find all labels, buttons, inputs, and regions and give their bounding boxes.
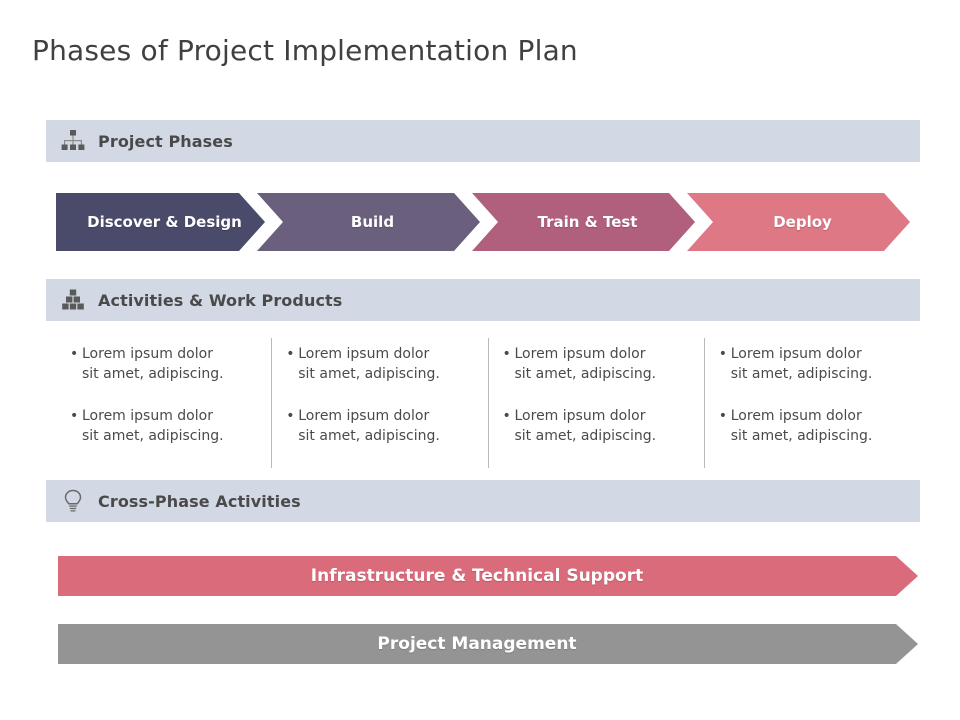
page-title: Phases of Project Implementation Plan [32,34,578,67]
bullet-icon: • [70,408,79,424]
bullet-icon: • [286,408,295,424]
lightbulb-icon [60,488,86,514]
list-item-text: Lorem ipsum dolor sit amet, adipiscing. [514,408,657,444]
phase-chevron-deploy[interactable]: Deploy [687,193,910,251]
list-item: • Lorem ipsum dolor sit amet, adipiscing… [70,406,257,446]
phase-chevron-discover-design[interactable]: Discover & Design [56,193,265,251]
list-item-text: Lorem ipsum dolor sit amet, adipiscing. [82,408,224,444]
list-item-text: Lorem ipsum dolor sit amet, adipiscing. [514,346,657,382]
stacked-blocks-icon [60,287,86,313]
section-header-project-phases: Project Phases [46,120,920,162]
activities-column-4: • Lorem ipsum dolor sit amet, adipiscing… [703,338,920,468]
list-item-text: Lorem ipsum dolor sit amet, adipiscing. [82,346,224,382]
org-chart-icon [60,128,86,154]
activities-column-1: • Lorem ipsum dolor sit amet, adipiscing… [56,338,271,468]
activities-column-3: • Lorem ipsum dolor sit amet, adipiscing… [487,338,704,468]
bullet-icon: • [502,346,511,362]
bullet-icon: • [70,346,79,362]
activities-column-2: • Lorem ipsum dolor sit amet, adipiscing… [271,338,487,468]
section-header-activities-work-products: Activities & Work Products [46,279,920,321]
phase-chevron-train-test[interactable]: Train & Test [472,193,695,251]
list-item: • Lorem ipsum dolor sit amet, adipiscing… [286,406,473,446]
list-item: • Lorem ipsum dolor sit amet, adipiscing… [70,344,257,384]
phase-chevron-row: Discover & Design Build Train & Test Dep… [56,193,916,251]
section-label-activities-work-products: Activities & Work Products [98,290,343,310]
bullet-icon: • [502,408,511,424]
banner-label: Project Management [377,634,577,654]
list-item: • Lorem ipsum dolor sit amet, adipiscing… [503,344,690,384]
banner-infrastructure-technical-support[interactable]: Infrastructure & Technical Support [58,556,918,596]
section-label-cross-phase-activities: Cross-Phase Activities [98,491,301,511]
phase-label: Discover & Design [87,213,242,231]
banner-label: Infrastructure & Technical Support [310,566,644,586]
list-item: • Lorem ipsum dolor sit amet, adipiscing… [719,406,906,446]
bullet-icon: • [286,346,295,362]
section-header-cross-phase-activities: Cross-Phase Activities [46,480,920,522]
phase-label: Deploy [773,213,832,231]
list-item-text: Lorem ipsum dolor sit amet, adipiscing. [730,408,873,444]
phase-label: Train & Test [537,213,638,231]
bullet-icon: • [718,408,728,424]
phase-label: Build [350,213,395,231]
list-item-text: Lorem ipsum dolor sit amet, adipiscing. [730,346,873,382]
list-item-text: Lorem ipsum dolor sit amet, adipiscing. [298,346,440,382]
list-item: • Lorem ipsum dolor sit amet, adipiscing… [719,344,906,384]
list-item-text: Lorem ipsum dolor sit amet, adipiscing. [298,408,440,444]
list-item: • Lorem ipsum dolor sit amet, adipiscing… [503,406,690,446]
bullet-icon: • [718,346,728,362]
list-item: • Lorem ipsum dolor sit amet, adipiscing… [286,344,473,384]
banner-project-management[interactable]: Project Management [58,624,918,664]
section-label-project-phases: Project Phases [98,131,233,151]
activities-columns: • Lorem ipsum dolor sit amet, adipiscing… [56,338,920,468]
phase-chevron-build[interactable]: Build [257,193,480,251]
